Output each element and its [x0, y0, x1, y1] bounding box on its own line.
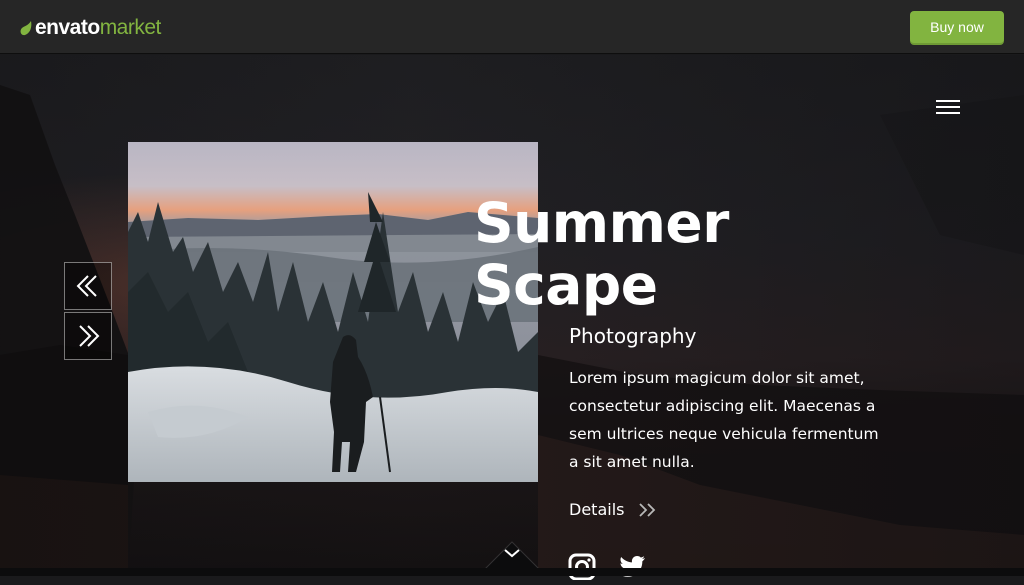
slide-title: Summer Scape [474, 192, 729, 316]
logo-brand-text: envato [35, 16, 100, 39]
leaf-icon [20, 20, 32, 35]
hamburger-menu-icon[interactable] [934, 98, 962, 118]
bottom-strip [0, 568, 1024, 576]
slide-description: Lorem ipsum magicum dolor sit amet, cons… [569, 369, 879, 471]
slide-title-line-1: Summer [474, 191, 729, 255]
details-label: Details [569, 500, 625, 519]
previous-slide-button[interactable] [64, 262, 112, 310]
double-chevron-left-icon [76, 275, 97, 297]
next-slide-button[interactable] [64, 312, 112, 360]
slide-title-line-2: Scape [474, 253, 658, 317]
envato-market-logo[interactable]: envato market [20, 15, 161, 41]
details-link[interactable]: Details [569, 500, 660, 519]
double-chevron-right-icon [79, 325, 100, 347]
top-bar: envato market Buy now [0, 0, 1024, 54]
logo-market-text: market [99, 16, 162, 39]
slide-subtitle: Photography [569, 324, 697, 348]
double-chevron-right-icon [639, 502, 656, 517]
buy-now-button[interactable]: Buy now [910, 11, 1004, 43]
